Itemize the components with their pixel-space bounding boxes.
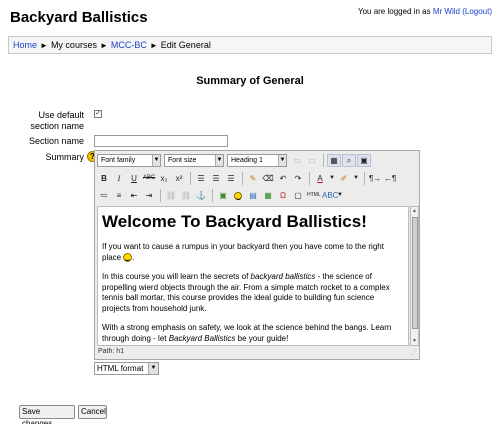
rtl-icon[interactable]: ←¶ xyxy=(383,172,397,185)
login-prefix: You are logged in as xyxy=(357,7,431,16)
link-icon[interactable]: ⛓ xyxy=(164,189,178,202)
media-icon[interactable]: ▤ xyxy=(246,189,260,202)
subscript-icon[interactable]: x₂ xyxy=(157,172,171,185)
redo-icon[interactable]: ↷ xyxy=(291,172,305,185)
chevron-down-icon[interactable]: ▼ xyxy=(328,172,336,185)
ltr-icon[interactable]: ¶→ xyxy=(368,172,382,185)
align-center-icon[interactable]: ☰ xyxy=(209,172,223,185)
fullscreen-icon[interactable]: ▣ xyxy=(357,154,371,167)
chevron-down-icon: ▼ xyxy=(278,155,286,166)
editor-content-area[interactable]: Welcome To Backyard Ballistics! If you w… xyxy=(97,206,409,346)
image-icon[interactable]: ▣ xyxy=(216,189,230,202)
font-color-icon[interactable]: A xyxy=(313,172,327,185)
toolbar-row-1: Font family ▼ Font size ▼ Heading 1 ▼ ▭ ▭ ▦… xyxy=(97,153,372,168)
format-select[interactable]: HTML format ▼ xyxy=(94,362,159,375)
superscript-icon[interactable]: x² xyxy=(172,172,186,185)
align-left-icon[interactable]: ☰ xyxy=(194,172,208,185)
content-text: If you want to cause a rumpus in your ba… xyxy=(102,242,384,262)
emoticon-icon[interactable] xyxy=(231,189,245,202)
spellcheck-icon[interactable]: ABC xyxy=(321,189,338,202)
format-select-value: HTML format xyxy=(97,364,144,373)
breadcrumb: Home ► My courses ► MCC-BC ► Edit General xyxy=(8,36,492,54)
content-paragraph: With a strong emphasis on safety, we loo… xyxy=(102,323,404,344)
resize-handle-icon[interactable]: ⋰ xyxy=(409,349,417,357)
nolink-icon[interactable]: ▢ xyxy=(291,189,305,202)
format-block-value: Heading 1 xyxy=(231,157,263,164)
paste-text-icon[interactable]: ▦ xyxy=(327,154,341,167)
special-char-icon[interactable]: Ω xyxy=(276,189,290,202)
smiley-icon xyxy=(123,252,133,262)
content-text: be your guide! xyxy=(235,333,289,343)
content-emphasis: backyard ballistics xyxy=(250,272,316,281)
editor-path: Path: h1 xyxy=(98,348,125,355)
use-default-checkbox[interactable]: ✓ xyxy=(94,110,102,118)
user-link[interactable]: Mr Wild xyxy=(433,7,460,16)
background-color-icon[interactable]: ✐ xyxy=(337,172,351,185)
underline-icon[interactable]: U xyxy=(127,172,141,185)
summary-label: Summary xyxy=(45,152,84,162)
html-source-icon[interactable]: HTML xyxy=(306,189,321,202)
cut-icon[interactable]: ▭ xyxy=(290,154,304,167)
undo-icon[interactable]: ↶ xyxy=(276,172,290,185)
logout-link[interactable]: (Logout) xyxy=(462,7,492,16)
unlink-icon[interactable]: ⛓ xyxy=(179,189,193,202)
font-family-value: Font family xyxy=(101,157,136,164)
site-title: Backyard Ballistics xyxy=(10,9,148,26)
breadcrumb-separator: ► xyxy=(99,41,108,50)
use-default-label: Use default section name xyxy=(30,110,84,131)
content-emphasis: Backyard Ballistics xyxy=(168,333,236,343)
italic-icon[interactable]: I xyxy=(112,172,126,185)
eraser-icon[interactable]: ⌫ xyxy=(261,172,275,185)
search-replace-icon[interactable]: ⌕ xyxy=(342,154,356,167)
login-info: You are logged in as Mr Wild (Logout) xyxy=(358,7,492,16)
chevron-down-icon: ▼ xyxy=(148,363,158,374)
editor-scrollbar[interactable]: ▲ ▼ xyxy=(410,206,419,346)
scroll-up-icon[interactable]: ▲ xyxy=(411,207,418,215)
breadcrumb-current: Edit General xyxy=(160,40,211,50)
scroll-down-icon[interactable]: ▼ xyxy=(411,337,418,345)
chevron-down-icon[interactable]: ▼ xyxy=(352,172,360,185)
cancel-button[interactable]: Cancel xyxy=(78,405,107,419)
chevron-down-icon: ▼ xyxy=(215,155,223,166)
breadcrumb-separator: ► xyxy=(149,41,158,50)
chevron-down-icon: ▼ xyxy=(152,155,160,166)
breadcrumb-separator: ► xyxy=(40,41,48,50)
section-name-input[interactable] xyxy=(94,135,228,147)
bold-icon[interactable]: B xyxy=(97,172,111,185)
table-icon[interactable]: ▦ xyxy=(261,189,275,202)
chevron-down-icon[interactable]: ▼ xyxy=(336,189,344,202)
anchor-icon[interactable]: ⚓ xyxy=(194,189,208,202)
breadcrumb-my-courses: My courses xyxy=(50,40,97,50)
font-size-value: Font size xyxy=(168,157,197,164)
numbered-list-icon[interactable]: ≡ xyxy=(112,189,126,202)
breadcrumb-home[interactable]: Home xyxy=(13,40,37,50)
copy-icon[interactable]: ▭ xyxy=(305,154,319,167)
content-text: In this course you will learn the secret… xyxy=(102,272,251,281)
align-right-icon[interactable]: ☰ xyxy=(224,172,238,185)
save-changes-button[interactable]: Save changes xyxy=(19,405,75,424)
section-name-label: Section name xyxy=(28,136,84,146)
scrollbar-thumb[interactable] xyxy=(412,217,418,329)
toolbar-row-3: ≔ ≡ ⇤ ⇥ ⛓ ⛓ ⚓ ▣ ▤ ▦ Ω ▢ HTML ABC ▼ xyxy=(97,188,345,203)
indent-icon[interactable]: ⇥ xyxy=(142,189,156,202)
content-heading: Welcome To Backyard Ballistics! xyxy=(102,212,367,231)
page-title: Summary of General xyxy=(196,75,304,87)
outdent-icon[interactable]: ⇤ xyxy=(127,189,141,202)
font-size-select[interactable]: Font size ▼ xyxy=(164,154,224,167)
bullet-list-icon[interactable]: ≔ xyxy=(97,189,111,202)
highlight-icon[interactable]: ✎ xyxy=(246,172,260,185)
content-paragraph: In this course you will learn the secret… xyxy=(102,272,404,314)
format-block-select[interactable]: Heading 1 ▼ xyxy=(227,154,287,167)
toolbar-row-2: B I U ABC x₂ x² ☰ ☰ ☰ ✎ ⌫ ↶ ↷ A ▼ ✐ ▼ ¶→… xyxy=(97,171,398,186)
content-paragraph: If you want to cause a rumpus in your ba… xyxy=(102,242,384,262)
breadcrumb-course[interactable]: MCC-BC xyxy=(111,40,147,50)
html-editor: Font family ▼ Font size ▼ Heading 1 ▼ ▭ ▭ ▦… xyxy=(94,150,420,360)
strikethrough-icon[interactable]: ABC xyxy=(142,172,156,185)
font-family-select[interactable]: Font family ▼ xyxy=(97,154,161,167)
